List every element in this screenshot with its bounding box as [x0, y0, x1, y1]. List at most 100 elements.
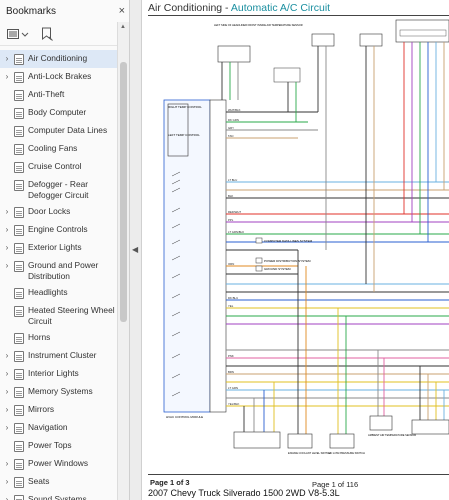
chevron-right-icon[interactable]: ›: [2, 476, 12, 488]
bookmarks-title: Bookmarks: [6, 5, 57, 17]
wire-label-5: LT BLU: [228, 178, 237, 182]
bookmark-item[interactable]: Heated Steering Wheel Circuit: [0, 302, 118, 329]
upper-right-air-temp-sensor: [359, 33, 383, 47]
options-icon: [7, 28, 29, 39]
bookmark-item[interactable]: › Exterior Lights: [0, 239, 118, 257]
page-title-topic: Automatic A/C Circuit: [230, 2, 331, 14]
bookmark-page-icon: [14, 441, 24, 452]
bookmark-page-icon: [14, 477, 24, 488]
bookmark-item[interactable]: Body Computer: [0, 104, 118, 122]
bookmark-item[interactable]: › Anti-Lock Brakes: [0, 68, 118, 86]
wire-labels: WHT/BLK DK GRN GRY TAN LT BLU BLK RED/WH…: [228, 108, 244, 406]
scrollbar-thumb[interactable]: [120, 62, 127, 322]
bookmark-item[interactable]: Anti-Theft: [0, 86, 118, 104]
bookmark-item[interactable]: › Air Conditioning: [0, 50, 118, 68]
blower-connector: [399, 29, 447, 37]
chevron-right-icon[interactable]: ›: [2, 260, 12, 272]
bookmark-item[interactable]: Defogger - Rear Defogger Circuit: [0, 176, 118, 203]
bookmark-page-icon: [14, 387, 24, 398]
bookmark-page-icon: [14, 162, 24, 173]
bookmark-page-icon: [14, 72, 24, 83]
bookmark-item[interactable]: Cooling Fans: [0, 140, 118, 158]
bookmark-label: Mirrors: [28, 404, 55, 414]
bookmark-item[interactable]: › Navigation: [0, 419, 118, 437]
wire-label-14: BRN: [228, 370, 234, 374]
blower-motor-connector: [411, 419, 449, 435]
collapse-panel-icon[interactable]: ◀: [132, 245, 138, 254]
bookmark-page-icon: [14, 225, 24, 236]
bookmark-label: Power Windows: [28, 458, 89, 468]
bookmark-item[interactable]: › Mirrors: [0, 401, 118, 419]
page-number-local: Page 1 of 3: [150, 478, 190, 487]
upper-left-air-temp-sensor: [311, 33, 335, 47]
bookmark-item[interactable]: › Ground and Power Distribution: [0, 257, 118, 284]
add-bookmark-button[interactable]: [38, 26, 56, 42]
chevron-right-icon[interactable]: ›: [2, 386, 12, 398]
bookmark-label: Defogger - Rear Defogger Circuit: [28, 179, 89, 200]
bookmark-label: Heated Steering Wheel Circuit: [28, 305, 115, 326]
bookmark-item[interactable]: › Power Windows: [0, 455, 118, 473]
chevron-right-icon[interactable]: ›: [2, 206, 12, 218]
bookmark-label: Ground and Power Distribution: [28, 260, 99, 281]
bookmark-label: Cooling Fans: [28, 143, 78, 153]
wire-label-12: YEL: [228, 304, 234, 308]
bookmark-page-icon: [14, 333, 24, 344]
bookmark-label: Instrument Cluster: [28, 350, 97, 360]
bookmark-item[interactable]: Headlights: [0, 284, 118, 302]
wire-label-4: TAN: [228, 134, 233, 138]
connector-label-2: LEFT TEMP CONTROL: [168, 133, 200, 137]
bookmark-label: Anti-Lock Brakes: [28, 71, 92, 81]
bookmark-item[interactable]: › Sound Systems: [0, 491, 118, 500]
chevron-right-icon[interactable]: ›: [2, 242, 12, 254]
panel-splitter[interactable]: ◀: [130, 0, 142, 500]
chevron-right-icon[interactable]: ›: [2, 422, 12, 434]
bookmark-item[interactable]: Power Tops: [0, 437, 118, 455]
coolant-level-switch: [287, 433, 313, 449]
pdf-viewer: Bookmarks × › Air Conditioning › Anti-Lo…: [0, 0, 449, 500]
wire-label-10: ORN: [228, 262, 234, 266]
bookmark-add-icon: [42, 27, 53, 41]
wire-label-16: YEL/BLK: [228, 402, 239, 406]
bookmark-item[interactable]: Cruise Control: [0, 158, 118, 176]
vehicle-caption: 2007 Chevy Truck Silverado 1500 2WD V8-5…: [148, 488, 340, 498]
bookmarks-panel: Bookmarks × › Air Conditioning › Anti-Lo…: [0, 0, 130, 500]
bookmark-label: Door Locks: [28, 206, 71, 216]
page-title: Air Conditioning - Automatic A/C Circuit: [148, 2, 330, 14]
bookmark-label: Cruise Control: [28, 161, 82, 171]
chevron-right-icon[interactable]: ›: [2, 404, 12, 416]
chevron-right-icon[interactable]: ›: [2, 368, 12, 380]
chevron-right-icon[interactable]: ›: [2, 224, 12, 236]
bookmark-item[interactable]: Computer Data Lines: [0, 122, 118, 140]
chevron-right-icon[interactable]: ›: [2, 350, 12, 362]
bookmark-item[interactable]: › Seats: [0, 473, 118, 491]
bookmark-label: Headlights: [28, 287, 68, 297]
document-page: Air Conditioning - Automatic A/C Circuit…: [142, 0, 449, 500]
junction-block: [273, 67, 301, 83]
hvac-control-module: [163, 99, 211, 413]
bookmarks-toolbar: [0, 22, 129, 46]
chevron-right-icon[interactable]: ›: [2, 71, 12, 83]
low-pressure-switch: [329, 433, 355, 449]
bookmark-label: Power Tops: [28, 440, 72, 450]
note-data-lines: COMPUTER DATA LINES SYSTEM: [264, 239, 313, 243]
chevron-right-icon[interactable]: ›: [2, 458, 12, 470]
bookmark-label: Interior Lights: [28, 368, 79, 378]
bookmark-item[interactable]: Horns: [0, 329, 118, 347]
bookmark-options-button[interactable]: [4, 26, 32, 42]
bookmark-item[interactable]: › Door Locks: [0, 203, 118, 221]
scroll-up-icon[interactable]: ▲: [120, 24, 126, 30]
bookmarks-scrollbar[interactable]: ▲: [117, 22, 129, 500]
chevron-right-icon[interactable]: ›: [2, 53, 12, 65]
close-icon[interactable]: ×: [119, 5, 125, 17]
bookmark-label: Exterior Lights: [28, 242, 82, 252]
connector-label-1: RIGHT TEMP CONTROL: [168, 105, 202, 109]
bookmark-item[interactable]: › Memory Systems: [0, 383, 118, 401]
bookmark-item[interactable]: › Interior Lights: [0, 365, 118, 383]
wire-label-8: PPL: [228, 218, 234, 222]
chevron-right-icon[interactable]: ›: [2, 494, 12, 500]
bookmark-item[interactable]: › Engine Controls: [0, 221, 118, 239]
module-connector: [209, 99, 227, 413]
bookmark-label: Air Conditioning: [28, 53, 88, 63]
bookmark-item[interactable]: › Instrument Cluster: [0, 347, 118, 365]
wiring-diagram: HVAC CONTROL MODULE RIGHT TEMP CONTROL L…: [163, 19, 449, 455]
